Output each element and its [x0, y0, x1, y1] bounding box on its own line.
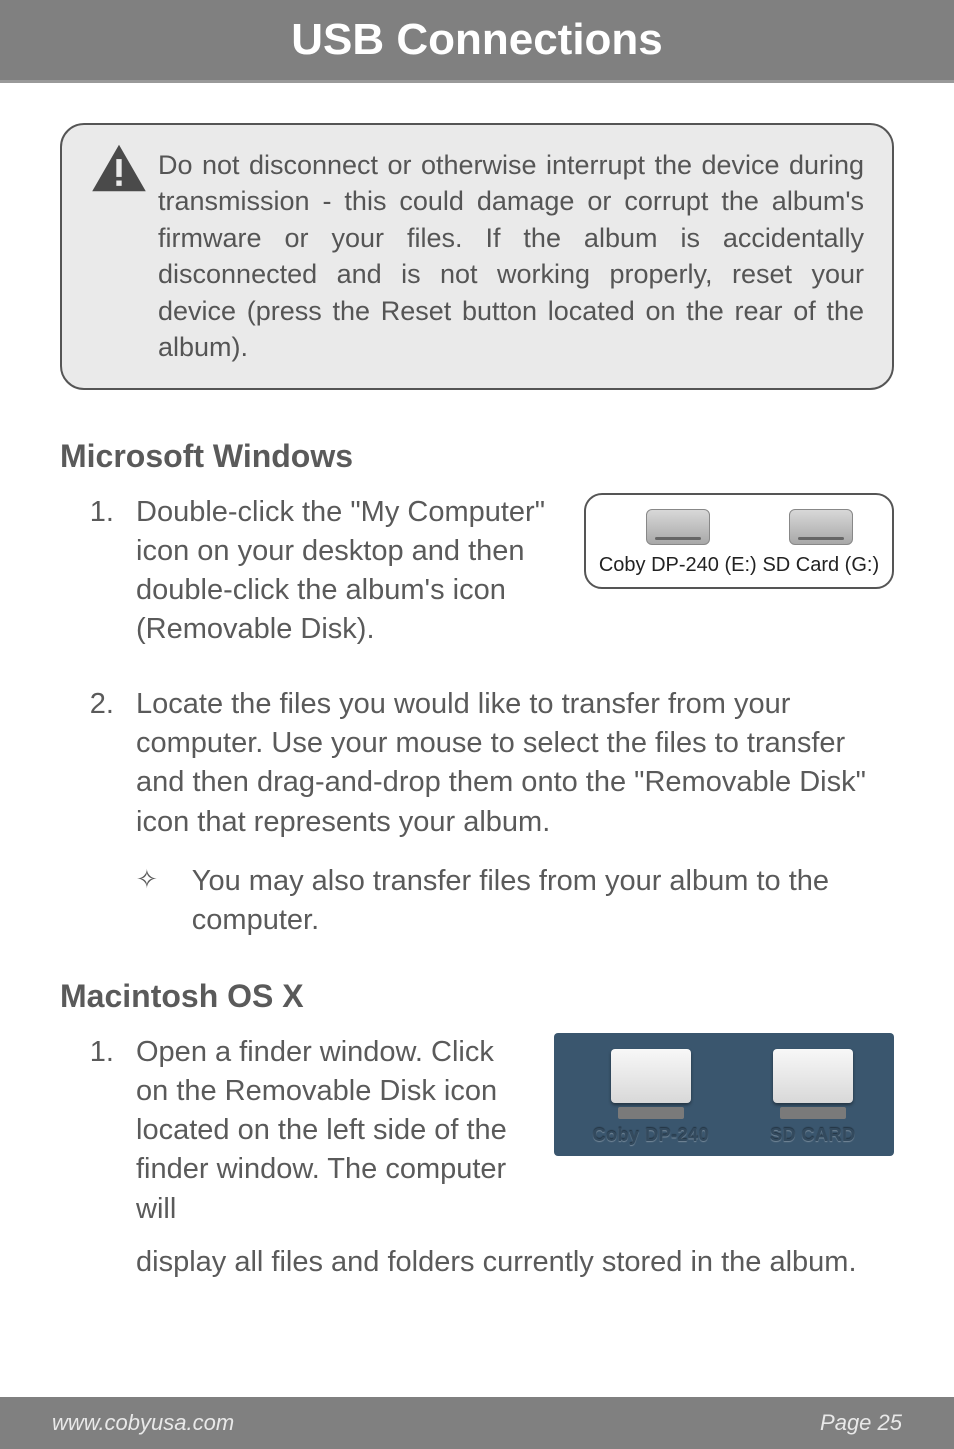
warning-icon [90, 143, 148, 198]
windows-drive-1-label: Coby DP-240 (E:) [599, 553, 757, 577]
mac-step1-cont: display all files and folders currently … [136, 1243, 894, 1282]
mac-drive-1-label: Coby DP-240 [592, 1125, 709, 1146]
windows-step1: Double-click the "My Computer" icon on y… [122, 493, 568, 650]
mac-step1-part1: Open a finder window. Click on the Remov… [136, 1036, 507, 1225]
windows-step1-row: Double-click the "My Computer" icon on y… [60, 493, 894, 686]
removable-disk-icon [646, 509, 710, 545]
removable-disk-icon [789, 509, 853, 545]
page-content: Do not disconnect or otherwise interrupt… [0, 83, 954, 1282]
windows-drive-2: SD Card (G:) [762, 509, 879, 577]
mac-drive-2: SD CARD [770, 1049, 856, 1146]
mac-disk-base-icon [618, 1107, 684, 1119]
page-title-bar: USB Connections [0, 0, 954, 83]
windows-step2: Locate the files you would like to trans… [122, 685, 894, 842]
windows-subnote-text: You may also transfer files from your al… [192, 862, 894, 940]
mac-disk-icon [611, 1049, 691, 1103]
mac-drive-1: Coby DP-240 [592, 1049, 709, 1146]
footer-page: Page 25 [820, 1410, 902, 1436]
mac-step1-row: Open a finder window. Click on the Remov… [60, 1033, 894, 1249]
warning-note: Do not disconnect or otherwise interrupt… [60, 123, 894, 390]
windows-drive-2-label: SD Card (G:) [762, 553, 879, 577]
windows-heading: Microsoft Windows [60, 438, 894, 475]
mac-heading: Macintosh OS X [60, 978, 894, 1015]
mac-drives-figure: Coby DP-240 SD CARD [554, 1033, 894, 1156]
diamond-bullet-icon: ✧ [136, 864, 158, 895]
windows-subnote: ✧ You may also transfer files from your … [136, 862, 894, 940]
mac-disk-base-icon [780, 1107, 846, 1119]
windows-drive-1: Coby DP-240 (E:) [599, 509, 757, 577]
page-title: USB Connections [291, 15, 663, 65]
mac-drive-2-label: SD CARD [770, 1125, 856, 1146]
windows-drives-figure: Coby DP-240 (E:) SD Card (G:) [584, 493, 894, 589]
warning-text: Do not disconnect or otherwise interrupt… [158, 147, 864, 366]
mac-disk-icon [773, 1049, 853, 1103]
mac-step1: Open a finder window. Click on the Remov… [122, 1033, 530, 1229]
footer-url: www.cobyusa.com [52, 1410, 234, 1436]
page-footer: www.cobyusa.com Page 25 [0, 1397, 954, 1449]
